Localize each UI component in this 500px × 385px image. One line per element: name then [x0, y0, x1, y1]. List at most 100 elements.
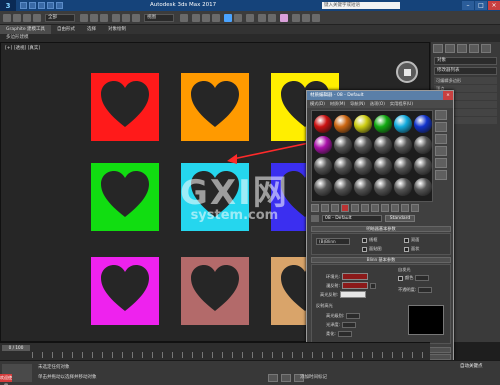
material-sample-slot[interactable]: [414, 136, 432, 154]
object-name-field[interactable]: 对象: [434, 57, 497, 65]
absolute-mode-icon[interactable]: [281, 374, 291, 382]
render-frame-icon[interactable]: [302, 14, 310, 22]
faceted-checkbox[interactable]: [404, 246, 409, 252]
two-sided-checkbox-row[interactable]: 双面: [404, 237, 419, 243]
auto-key-button[interactable]: 自动关键点: [460, 363, 483, 369]
material-sample-slot[interactable]: [334, 157, 352, 175]
material-sample-slot[interactable]: [374, 178, 392, 196]
selection-filter-dropdown[interactable]: 全部: [45, 14, 75, 22]
material-id-icon[interactable]: [381, 204, 389, 212]
put-to-library-icon[interactable]: [371, 204, 379, 212]
timeline-ruler[interactable]: [32, 352, 424, 358]
ambient-color-swatch[interactable]: [341, 273, 368, 280]
tab-selection[interactable]: 选择: [81, 25, 102, 34]
material-sample-slot[interactable]: [354, 178, 372, 196]
material-sample-slot[interactable]: [394, 115, 412, 133]
create-tab-icon[interactable]: [433, 44, 443, 53]
put-to-scene-icon[interactable]: [321, 204, 329, 212]
self-illum-color-checkbox[interactable]: [398, 275, 403, 281]
render-icon[interactable]: [312, 14, 320, 22]
copy-material-icon[interactable]: [351, 204, 359, 212]
motion-tab-icon[interactable]: [469, 44, 479, 53]
spec-level-spinner[interactable]: [346, 313, 361, 319]
render-setup-icon[interactable]: [292, 14, 300, 22]
material-sample-slot[interactable]: [374, 136, 392, 154]
pivot-icon[interactable]: [180, 14, 188, 22]
open-icon[interactable]: [29, 2, 36, 9]
rotate-icon[interactable]: [122, 14, 130, 22]
material-sample-slot[interactable]: [314, 136, 332, 154]
material-sample-slot[interactable]: [314, 157, 332, 175]
material-sample-slot[interactable]: [334, 115, 352, 133]
modify-tab-icon[interactable]: [445, 44, 455, 53]
time-slider[interactable]: 0 / 100: [2, 345, 30, 351]
reference-coord-dropdown[interactable]: 视图: [144, 14, 174, 22]
material-sample-slot[interactable]: [394, 157, 412, 175]
redo-icon[interactable]: [13, 14, 21, 22]
assign-to-selection-icon[interactable]: [331, 204, 339, 212]
scale-icon[interactable]: [132, 14, 140, 22]
layer-icon[interactable]: [246, 14, 254, 22]
tab-graphite[interactable]: Graphite 建模工具: [0, 25, 52, 34]
rect-select-icon[interactable]: [100, 14, 108, 22]
background-icon[interactable]: [435, 134, 447, 144]
save-icon[interactable]: [38, 2, 45, 9]
material-sample-slot[interactable]: [314, 178, 332, 196]
show-end-result-icon[interactable]: [401, 204, 409, 212]
redo-icon[interactable]: [56, 2, 63, 9]
undo-icon[interactable]: [47, 2, 54, 9]
list-item[interactable]: 可编辑多边形: [434, 77, 497, 84]
angle-snap-icon[interactable]: [202, 14, 210, 22]
menu-item-options[interactable]: 选项(O): [370, 100, 385, 108]
menu-item-material[interactable]: 材质(M): [330, 100, 345, 108]
undo-icon[interactable]: [3, 14, 11, 22]
diffuse-map-button[interactable]: [369, 282, 376, 289]
faceted-checkbox-row[interactable]: 面状: [404, 246, 419, 252]
get-material-icon[interactable]: [311, 204, 319, 212]
new-icon[interactable]: [20, 2, 27, 9]
soften-spinner[interactable]: [337, 331, 352, 337]
rollout-blinn-basic[interactable]: Blinn 基本参数: [311, 257, 451, 263]
move-icon[interactable]: [112, 14, 120, 22]
display-tab-icon[interactable]: [481, 44, 491, 53]
select-by-name-icon[interactable]: [90, 14, 98, 22]
curve-editor-icon[interactable]: [258, 14, 266, 22]
glossiness-spinner[interactable]: [341, 322, 356, 328]
material-sample-slot[interactable]: [374, 115, 392, 133]
make-unique-icon[interactable]: [361, 204, 369, 212]
backlight-icon[interactable]: [435, 122, 447, 132]
ribbon-panel-label[interactable]: 多边形建模: [0, 34, 500, 42]
reset-icon[interactable]: [341, 204, 349, 212]
menu-item-navigation[interactable]: 导航(N): [350, 100, 365, 108]
material-name-field[interactable]: 08 - Default: [322, 215, 382, 222]
app-logo[interactable]: 3: [0, 0, 16, 11]
wire-checkbox[interactable]: [362, 237, 367, 243]
specular-color-swatch[interactable]: [340, 291, 367, 298]
two-sided-checkbox[interactable]: [404, 237, 409, 243]
material-sample-slot[interactable]: [354, 136, 372, 154]
material-sample-slot[interactable]: [314, 115, 332, 133]
uv-tiling-icon[interactable]: [435, 146, 447, 156]
lock-icon[interactable]: [268, 374, 278, 382]
material-editor-icon[interactable]: [280, 14, 288, 22]
menu-item-mode[interactable]: 模式(D): [310, 100, 325, 108]
close-button[interactable]: ×: [488, 1, 500, 10]
material-sample-slot[interactable]: [334, 136, 352, 154]
tab-freeform[interactable]: 自由形式: [51, 25, 81, 34]
go-to-parent-icon[interactable]: [411, 204, 419, 212]
wire-checkbox-row[interactable]: 线框: [362, 237, 377, 243]
schematic-view-icon[interactable]: [268, 14, 276, 22]
options-icon[interactable]: [435, 170, 447, 180]
search-input[interactable]: 键入关键字或短语: [322, 2, 400, 9]
material-type-button[interactable]: Standard: [385, 215, 415, 222]
face-map-checkbox-row[interactable]: 面贴图: [362, 246, 382, 252]
material-editor-titlebar[interactable]: 材质编辑器 - 08 - Default ×: [307, 91, 453, 100]
material-sample-slot[interactable]: [394, 136, 412, 154]
percent-snap-icon[interactable]: [212, 14, 220, 22]
material-sample-slot[interactable]: [374, 157, 392, 175]
minimize-button[interactable]: –: [462, 1, 474, 10]
add-time-tag[interactable]: 添加时间标记: [300, 374, 327, 380]
material-sample-slot[interactable]: [394, 178, 412, 196]
eyedropper-icon[interactable]: [311, 215, 319, 222]
sample-type-icon[interactable]: [435, 110, 447, 120]
